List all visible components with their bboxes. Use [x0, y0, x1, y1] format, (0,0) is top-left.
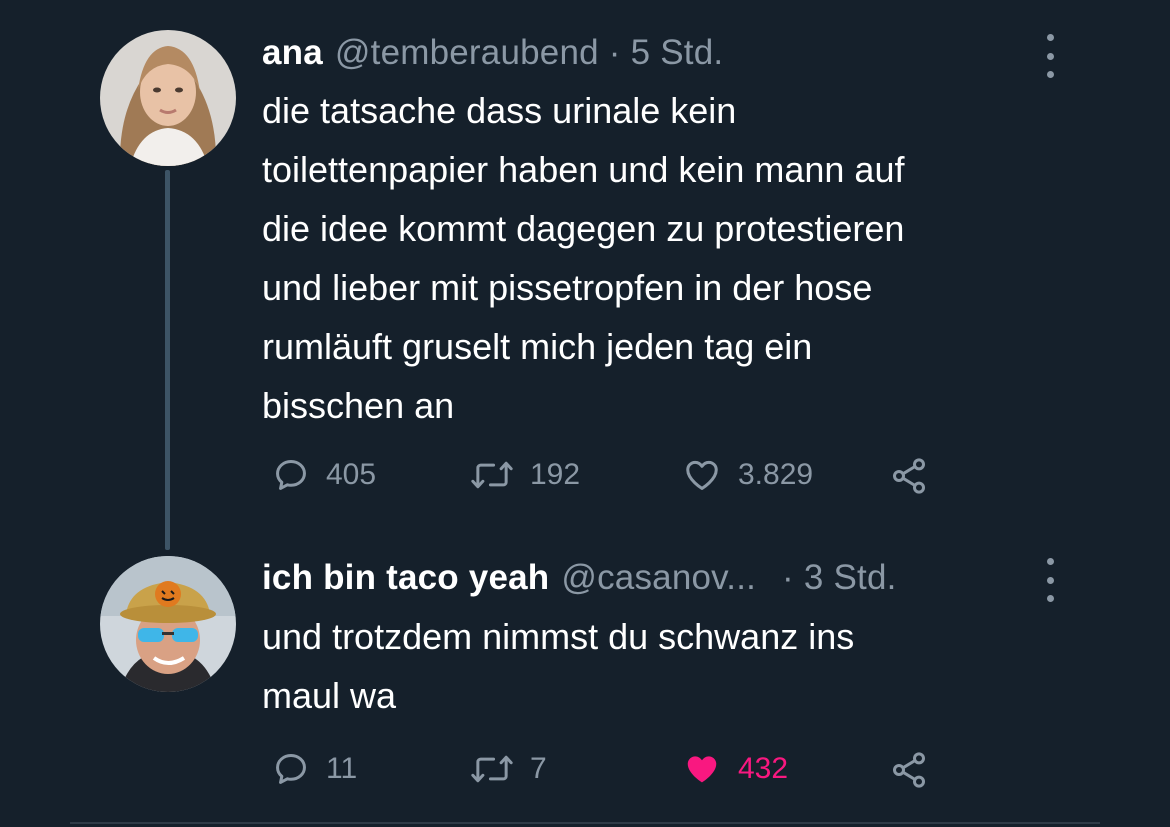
display-name[interactable]: ich bin taco yeah — [262, 558, 549, 598]
share-icon — [892, 458, 926, 494]
reply-button[interactable]: 11 — [272, 750, 357, 788]
tweet-header: ich bin taco yeah @casanov... · 3 Std. — [262, 553, 897, 603]
separator-dot: · — [608, 33, 621, 72]
reply-count: 405 — [326, 458, 377, 491]
retweet-button[interactable]: 7 — [470, 750, 547, 788]
like-count: 432 — [738, 752, 789, 785]
tweet-text: die tatsache dass urinale kein toiletten… — [262, 90, 905, 426]
share-button[interactable] — [888, 750, 930, 790]
like-count: 3.829 — [738, 458, 814, 491]
retweet-count: 192 — [530, 458, 581, 491]
tweet-text: und trotzdem nimmst du schwanz ins maul … — [262, 616, 855, 716]
more-options-icon[interactable] — [1040, 34, 1060, 78]
tweet-header: ana @temberaubend · 5 Std. — [262, 28, 723, 78]
avatar-ana[interactable] — [100, 30, 236, 166]
timestamp[interactable]: 5 Std. — [631, 33, 724, 73]
user-handle[interactable]: @casanov... — [561, 558, 756, 598]
heart-filled-icon — [687, 756, 717, 783]
retweet-icon — [471, 461, 513, 489]
reply-count: 11 — [326, 752, 358, 785]
share-button[interactable] — [888, 456, 930, 496]
like-button[interactable]: 3.829 — [682, 456, 813, 494]
retweet-count: 7 — [530, 752, 547, 785]
timestamp[interactable]: 3 Std. — [804, 558, 897, 598]
reply-icon — [276, 754, 306, 784]
retweet-button[interactable]: 192 — [470, 456, 580, 494]
heart-icon — [686, 460, 718, 490]
more-options-icon[interactable] — [1040, 558, 1060, 602]
divider — [70, 822, 1100, 824]
user-handle[interactable]: @temberaubend — [335, 33, 599, 73]
reply-icon — [276, 460, 306, 490]
reply-button[interactable]: 405 — [272, 456, 376, 494]
share-icon — [892, 752, 926, 788]
thread-connector-line — [165, 170, 170, 550]
retweet-icon — [471, 755, 513, 783]
like-button[interactable]: 432 — [682, 750, 788, 788]
separator-dot: · — [782, 558, 794, 597]
display-name[interactable]: ana — [262, 33, 323, 73]
avatar-taco[interactable] — [100, 556, 236, 692]
